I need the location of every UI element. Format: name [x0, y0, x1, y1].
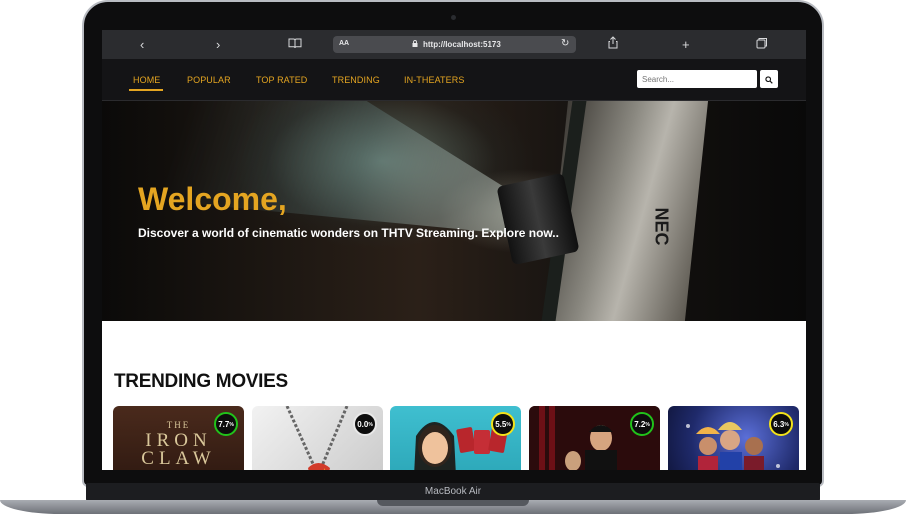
nav-top-rated[interactable]: TOP RATED: [256, 75, 307, 85]
lock-icon: [412, 40, 418, 47]
device-label: MacBook Air: [424, 486, 482, 497]
rating-badge: 5.5%: [491, 412, 515, 436]
chevron-left-icon[interactable]: ‹: [140, 36, 144, 53]
poster-title-line: CLAW: [141, 448, 216, 469]
projector-logo: NEC: [651, 207, 672, 246]
movie-card[interactable]: 5.5%: [390, 406, 521, 470]
book-icon[interactable]: [288, 36, 302, 53]
hero-subtitle: Discover a world of cinematic wonders on…: [138, 226, 559, 240]
search-input[interactable]: [637, 70, 757, 88]
rating-badge: 0.0%: [353, 412, 377, 436]
nav-trending[interactable]: TRENDING: [332, 75, 380, 85]
reader-mode-button[interactable]: AA: [339, 40, 349, 47]
screen: ‹ › AA http://localhost:5173 ↻ + HOME PO…: [102, 30, 806, 470]
browser-toolbar: ‹ › AA http://localhost:5173 ↻ +: [102, 30, 806, 59]
url-text: http://localhost:5173: [423, 40, 501, 49]
share-icon[interactable]: [607, 36, 619, 53]
movie-card[interactable]: 6.3%: [668, 406, 799, 470]
nav-home[interactable]: HOME: [133, 75, 160, 85]
rating-badge: 7.2%: [630, 412, 654, 436]
laptop-frame: ‹ › AA http://localhost:5173 ↻ + HOME PO…: [0, 0, 906, 520]
movie-card[interactable]: 7.2%: [529, 406, 660, 470]
laptop-notch: [377, 500, 529, 506]
search-button[interactable]: [760, 70, 778, 88]
nav-active-indicator: [129, 89, 163, 91]
search-icon: [765, 75, 773, 84]
address-bar[interactable]: AA http://localhost:5173 ↻: [333, 36, 576, 53]
movie-card[interactable]: THE IRON CLAW 7.7%: [113, 406, 244, 470]
nav-popular[interactable]: POPULAR: [187, 75, 231, 85]
tabs-icon[interactable]: [756, 36, 768, 53]
movie-card[interactable]: 0.0%: [252, 406, 383, 470]
rating-badge: 7.7%: [214, 412, 238, 436]
rating-badge: 6.3%: [769, 412, 793, 436]
chevron-right-icon[interactable]: ›: [216, 36, 220, 53]
camera-icon: [451, 15, 456, 20]
plus-icon[interactable]: +: [682, 36, 690, 53]
nav-in-theaters[interactable]: IN-THEATERS: [404, 75, 464, 85]
reload-icon[interactable]: ↻: [561, 38, 569, 49]
hero-banner: NEC Welcome, Discover a world of cinemat…: [102, 101, 806, 321]
hero-title: Welcome,: [138, 181, 287, 217]
trending-title: TRENDING MOVIES: [114, 371, 288, 392]
